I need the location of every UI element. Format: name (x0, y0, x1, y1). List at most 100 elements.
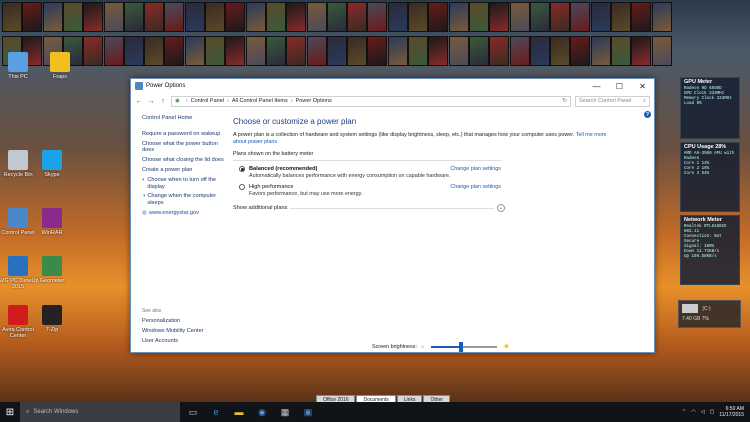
game-shortcut-tile[interactable] (205, 2, 225, 32)
game-shortcut-tile[interactable] (408, 2, 428, 32)
brightness-slider-thumb[interactable] (458, 341, 463, 352)
game-shortcut-tile[interactable] (367, 36, 388, 66)
game-shortcut-tile[interactable] (590, 2, 611, 32)
chevron-down-icon[interactable]: ⌄ (497, 204, 505, 212)
game-shortcut-tile[interactable] (448, 36, 469, 66)
game-shortcut-tile[interactable] (387, 2, 408, 32)
game-shortcut-tile[interactable] (22, 2, 43, 32)
closing-lid-link[interactable]: Choose what closing the lid does (142, 157, 230, 164)
game-shortcut-tile[interactable] (631, 2, 652, 32)
windows-start-icon[interactable]: ⊞ (0, 402, 20, 422)
game-shortcut-tile[interactable] (184, 2, 205, 32)
game-shortcut-tile[interactable] (286, 36, 307, 66)
game-shortcut-tile[interactable] (164, 2, 185, 32)
game-shortcut-tile[interactable] (265, 36, 286, 66)
game-shortcut-tile[interactable] (489, 2, 510, 32)
game-shortcut-tile[interactable] (489, 36, 510, 66)
game-shortcut-tile[interactable] (103, 2, 124, 32)
game-shortcut-tile[interactable] (550, 36, 571, 66)
game-shortcut-tile[interactable] (428, 36, 449, 66)
high-performance-change-settings-link[interactable]: Change plan settings (450, 184, 501, 190)
create-plan-link[interactable]: Create a power plan (142, 167, 230, 174)
game-shortcut-tile[interactable] (205, 36, 225, 66)
game-shortcut-tile[interactable] (42, 2, 63, 32)
game-shortcut-tile[interactable] (62, 2, 83, 32)
cpu-usage-gadget[interactable]: CPU Usage 28% AMD A6-3500 APU with Radeo… (680, 142, 740, 212)
high-performance-radio[interactable] (239, 184, 245, 190)
game-shortcut-tile[interactable] (326, 36, 347, 66)
game-shortcut-tile[interactable] (103, 36, 124, 66)
address-bar[interactable]: ◉ › Control Panel › All Control Panel It… (171, 95, 571, 107)
game-shortcut-tile[interactable] (529, 36, 550, 66)
game-shortcut-tile[interactable] (265, 2, 286, 32)
chevron-up-icon[interactable]: ⌃ (682, 409, 686, 415)
refresh-icon[interactable]: ↻ (562, 98, 567, 104)
maximize-button[interactable]: ☐ (608, 82, 631, 91)
clock[interactable]: 6:50 AM 11/17/2015 (719, 406, 744, 418)
game-shortcut-tile[interactable] (83, 2, 104, 32)
energystar-link[interactable]: ◍ www.energystar.gov (142, 210, 230, 217)
control-panel-taskbar-icon[interactable]: ▣ (298, 402, 318, 422)
game-shortcut-tile[interactable] (611, 2, 631, 32)
game-shortcut-tile[interactable] (306, 2, 327, 32)
desktop-icon[interactable]: This PC (0, 52, 40, 80)
volume-icon[interactable]: ◁ (701, 409, 705, 415)
game-shortcut-tile[interactable] (509, 2, 530, 32)
power-button-link[interactable]: Choose what the power button does (142, 141, 230, 155)
close-button[interactable]: ✕ (631, 82, 654, 91)
balanced-change-settings-link[interactable]: Change plan settings (450, 166, 501, 172)
game-shortcut-tile[interactable] (347, 2, 368, 32)
title-bar[interactable]: Power Options — ☐ ✕ (131, 79, 654, 93)
wifi-icon[interactable]: ◠ (691, 409, 695, 415)
desktop-icon[interactable]: 7-Zip (30, 305, 74, 333)
game-shortcut-tile[interactable] (144, 36, 165, 66)
game-shortcut-tile[interactable] (123, 36, 144, 66)
edge-icon[interactable]: e (206, 402, 226, 422)
drive-meter-gadget[interactable]: (C:) 7.40 GB 7% (678, 300, 741, 328)
up-arrow-icon[interactable]: ↑ (159, 98, 167, 105)
game-shortcut-tile[interactable] (306, 36, 327, 66)
game-shortcut-tile[interactable] (468, 36, 489, 66)
game-shortcut-tile[interactable] (631, 36, 652, 66)
game-shortcut-tile[interactable] (144, 2, 165, 32)
turn-off-display-link[interactable]: ◐ Choose when to turn off the display (142, 177, 230, 191)
game-shortcut-tile[interactable] (529, 2, 550, 32)
game-shortcut-tile[interactable] (123, 2, 144, 32)
file-explorer-icon[interactable]: ▬ (229, 402, 249, 422)
game-shortcut-tile[interactable] (245, 36, 266, 66)
game-shortcut-tile[interactable] (550, 2, 571, 32)
game-shortcut-tile[interactable] (570, 36, 591, 66)
gpu-meter-gadget[interactable]: GPU Meter Radeon HD 6550D GPU Clock 333M… (680, 77, 740, 139)
breadcrumb-power-options[interactable]: Power Options (296, 98, 332, 104)
game-shortcut-tile[interactable] (590, 36, 611, 66)
game-shortcut-tile[interactable] (570, 2, 591, 32)
mobility-center-link[interactable]: Windows Mobility Center (142, 328, 204, 334)
network-meter-gadget[interactable]: Network Meter Realtek RTL8188CE 802.11 C… (680, 215, 740, 285)
task-view-icon[interactable]: ▭ (183, 402, 203, 422)
forward-arrow-icon[interactable]: → (147, 98, 155, 105)
desktop-icon[interactable]: Fraps (38, 52, 82, 80)
brightness-slider[interactable] (430, 341, 497, 352)
game-shortcut-tile[interactable] (184, 36, 205, 66)
game-shortcut-tile[interactable] (347, 36, 368, 66)
show-additional-plans[interactable]: Show additional plans ⌄ (233, 204, 505, 212)
game-shortcut-tile[interactable] (408, 36, 428, 66)
search-input[interactable]: Search Control Panel ⌕ (575, 95, 650, 107)
desktop-icon[interactable]: Geometer (30, 256, 74, 284)
game-shortcut-tile[interactable] (611, 36, 631, 66)
game-shortcut-tile[interactable] (651, 36, 672, 66)
minimize-button[interactable]: — (585, 82, 608, 91)
game-shortcut-tile[interactable] (367, 2, 388, 32)
game-shortcut-tile[interactable] (468, 2, 489, 32)
game-shortcut-tile[interactable] (651, 2, 672, 32)
game-shortcut-tile[interactable] (225, 36, 246, 66)
game-shortcut-tile[interactable] (326, 2, 347, 32)
user-accounts-link[interactable]: User Accounts (142, 338, 204, 344)
game-shortcut-tile[interactable] (448, 2, 469, 32)
back-arrow-icon[interactable]: ← (135, 98, 143, 105)
breadcrumb-all-items[interactable]: All Control Panel Items (232, 98, 288, 104)
notification-icon[interactable]: ▢ (710, 409, 715, 415)
breadcrumb-control-panel[interactable]: Control Panel (191, 98, 224, 104)
store-icon[interactable]: ▦ (275, 402, 295, 422)
control-panel-home-link[interactable]: Control Panel Home (142, 115, 230, 122)
